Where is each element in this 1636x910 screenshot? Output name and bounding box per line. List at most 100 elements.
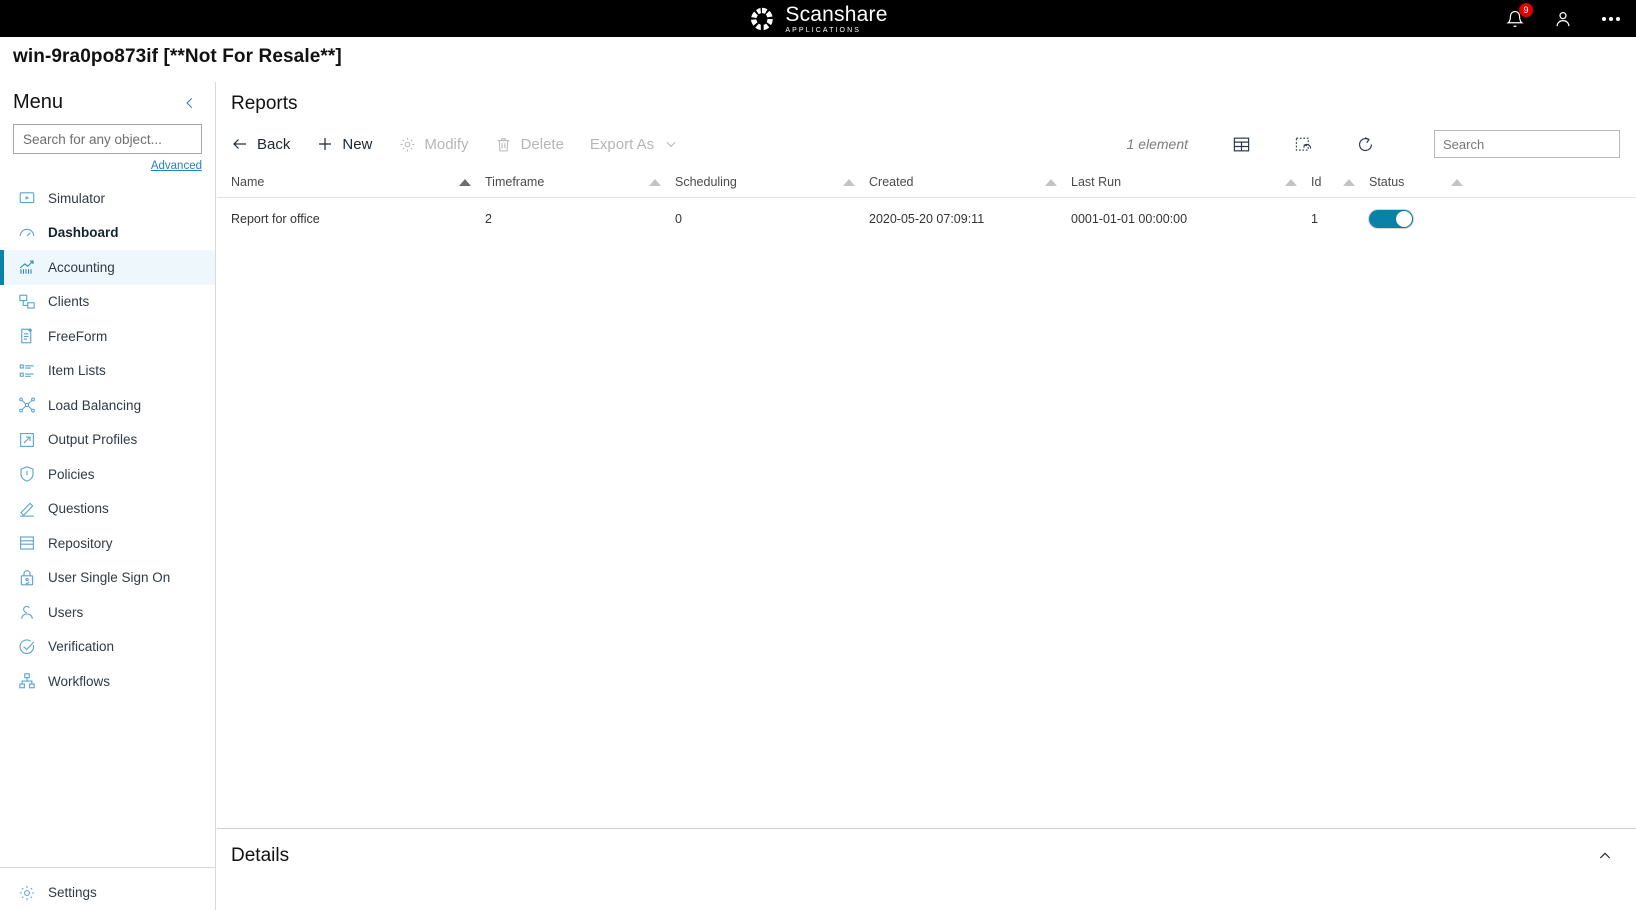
top-bar-actions: 9 <box>1504 0 1622 37</box>
column-chooser-button[interactable] <box>1230 133 1252 155</box>
users-icon <box>17 603 36 622</box>
sort-arrow-icon[interactable] <box>1451 178 1463 186</box>
sidebar-collapse-button[interactable] <box>181 94 199 112</box>
sort-arrow-icon[interactable] <box>1285 178 1297 186</box>
delete-button[interactable]: Delete <box>495 135 564 153</box>
column-header-id[interactable]: Id <box>1311 175 1369 189</box>
sidebar-item-item-lists[interactable]: Item Lists <box>0 354 215 389</box>
sidebar-item-user-single-sign-on[interactable]: User Single Sign On <box>0 561 215 596</box>
export-as-label: Export As <box>589 135 655 153</box>
machine-title: win-9ra0po873if [**Not For Resale**] <box>13 46 342 67</box>
dashboard-icon <box>17 223 36 242</box>
plus-icon <box>316 135 334 153</box>
reset-selection-button[interactable] <box>1292 133 1314 155</box>
column-header-status[interactable]: Status <box>1369 175 1477 189</box>
column-header-last-run[interactable]: Last Run <box>1071 175 1311 189</box>
sidebar-item-dashboard[interactable]: Dashboard <box>0 216 215 251</box>
sidebar-item-label: Settings <box>48 885 97 901</box>
sort-arrow-icon[interactable] <box>649 178 661 186</box>
column-header-scheduling[interactable]: Scheduling <box>675 175 869 189</box>
sidebar-item-label: Workflows <box>48 673 111 689</box>
reports-table: Name Timeframe Scheduling Created Last R… <box>217 167 1636 800</box>
sidebar-item-label: Dashboard <box>48 225 119 241</box>
modify-label: Modify <box>424 135 469 153</box>
menu-header: Menu <box>0 82 215 120</box>
advanced-search-link[interactable]: Advanced <box>151 160 202 172</box>
sidebar-search-box[interactable] <box>13 124 202 154</box>
status-toggle[interactable] <box>1369 209 1413 228</box>
column-header-name[interactable]: Name <box>217 175 485 189</box>
sidebar-item-label: Policies <box>48 466 95 482</box>
scanshare-logo-icon <box>751 7 774 30</box>
sidebar-item-label: Output Profiles <box>48 432 138 448</box>
gear-icon <box>17 883 36 902</box>
toolbar-right-actions: 1 element <box>1127 121 1620 167</box>
advanced-search-row: Advanced <box>0 154 215 174</box>
column-header-created[interactable]: Created <box>869 175 1071 189</box>
back-button[interactable]: Back <box>231 135 290 153</box>
column-label: Last Run <box>1071 175 1122 189</box>
output-profiles-icon <box>17 430 36 449</box>
sidebar-item-policies[interactable]: Policies <box>0 457 215 492</box>
reset-selection-icon <box>1295 137 1311 151</box>
sidebar-item-workflows[interactable]: Workflows <box>0 664 215 699</box>
menu-title: Menu <box>13 91 64 113</box>
element-count-label: 1 element <box>1126 136 1188 152</box>
brand-subtitle: APPLICATIONS <box>785 26 862 34</box>
column-header-timeframe[interactable]: Timeframe <box>485 175 675 189</box>
sidebar-item-accounting[interactable]: Accounting <box>0 250 215 285</box>
sidebar-item-label: Users <box>48 604 84 620</box>
freeform-icon <box>17 327 36 346</box>
sidebar-item-users[interactable]: Users <box>0 595 215 630</box>
policies-icon <box>17 465 36 484</box>
load-balancing-icon <box>17 396 36 415</box>
details-header: Details <box>217 829 1636 867</box>
details-title: Details <box>231 845 290 866</box>
export-as-button[interactable]: Export As <box>590 135 680 153</box>
back-label: Back <box>257 135 291 153</box>
new-button[interactable]: New <box>316 135 372 153</box>
sidebar-search-input[interactable] <box>23 131 200 147</box>
details-panel: Details <box>217 828 1636 910</box>
sidebar-nav: Simulator Dashboard Accounting Clients F… <box>0 181 215 699</box>
sort-arrow-icon[interactable] <box>1045 178 1057 186</box>
sidebar-item-verification[interactable]: Verification <box>0 630 215 665</box>
modify-button[interactable]: Modify <box>398 135 469 153</box>
column-label: Scheduling <box>675 175 737 189</box>
cell-last-run: 0001-01-01 00:00:00 <box>1071 211 1188 226</box>
sidebar-item-freeform[interactable]: FreeForm <box>0 319 215 354</box>
notifications-button[interactable]: 9 <box>1504 2 1533 30</box>
sort-arrow-icon[interactable] <box>1343 178 1355 186</box>
trash-icon <box>495 135 513 153</box>
sidebar-item-simulator[interactable]: Simulator <box>0 181 215 216</box>
item-lists-icon <box>17 361 36 380</box>
table-grid-icon <box>1233 137 1249 151</box>
notification-badge: 9 <box>1519 2 1533 17</box>
sort-arrow-icon[interactable] <box>459 178 471 186</box>
more-options-button[interactable] <box>1600 8 1622 30</box>
sidebar-item-clients[interactable]: Clients <box>0 285 215 320</box>
main-content: Reports Back New Modify Delete Export As… <box>217 82 1636 910</box>
column-label: Created <box>869 175 914 189</box>
table-row[interactable]: Report for office 2 0 2020-05-20 07:09:1… <box>217 198 1636 240</box>
sidebar-item-questions[interactable]: Questions <box>0 492 215 527</box>
refresh-button[interactable] <box>1354 133 1376 155</box>
chevron-down-icon <box>662 135 680 153</box>
sidebar-item-repository[interactable]: Repository <box>0 526 215 561</box>
sidebar-item-settings[interactable]: Settings <box>0 876 215 910</box>
repository-icon <box>17 534 36 553</box>
sidebar-item-label: Load Balancing <box>48 397 142 413</box>
delete-label: Delete <box>520 135 564 153</box>
sidebar-item-label: FreeForm <box>48 328 108 344</box>
sidebar-item-label: Questions <box>48 501 109 517</box>
sidebar-item-output-profiles[interactable]: Output Profiles <box>0 423 215 458</box>
details-collapse-button[interactable] <box>1594 845 1616 867</box>
user-account-button[interactable] <box>1552 8 1574 30</box>
content-search-box[interactable] <box>1434 130 1620 158</box>
sidebar-item-load-balancing[interactable]: Load Balancing <box>0 388 215 423</box>
sort-arrow-icon[interactable] <box>843 178 855 186</box>
new-label: New <box>342 135 373 153</box>
sidebar-item-label: Simulator <box>48 190 106 206</box>
accounting-icon <box>17 258 36 277</box>
content-search-input[interactable] <box>1443 136 1619 152</box>
